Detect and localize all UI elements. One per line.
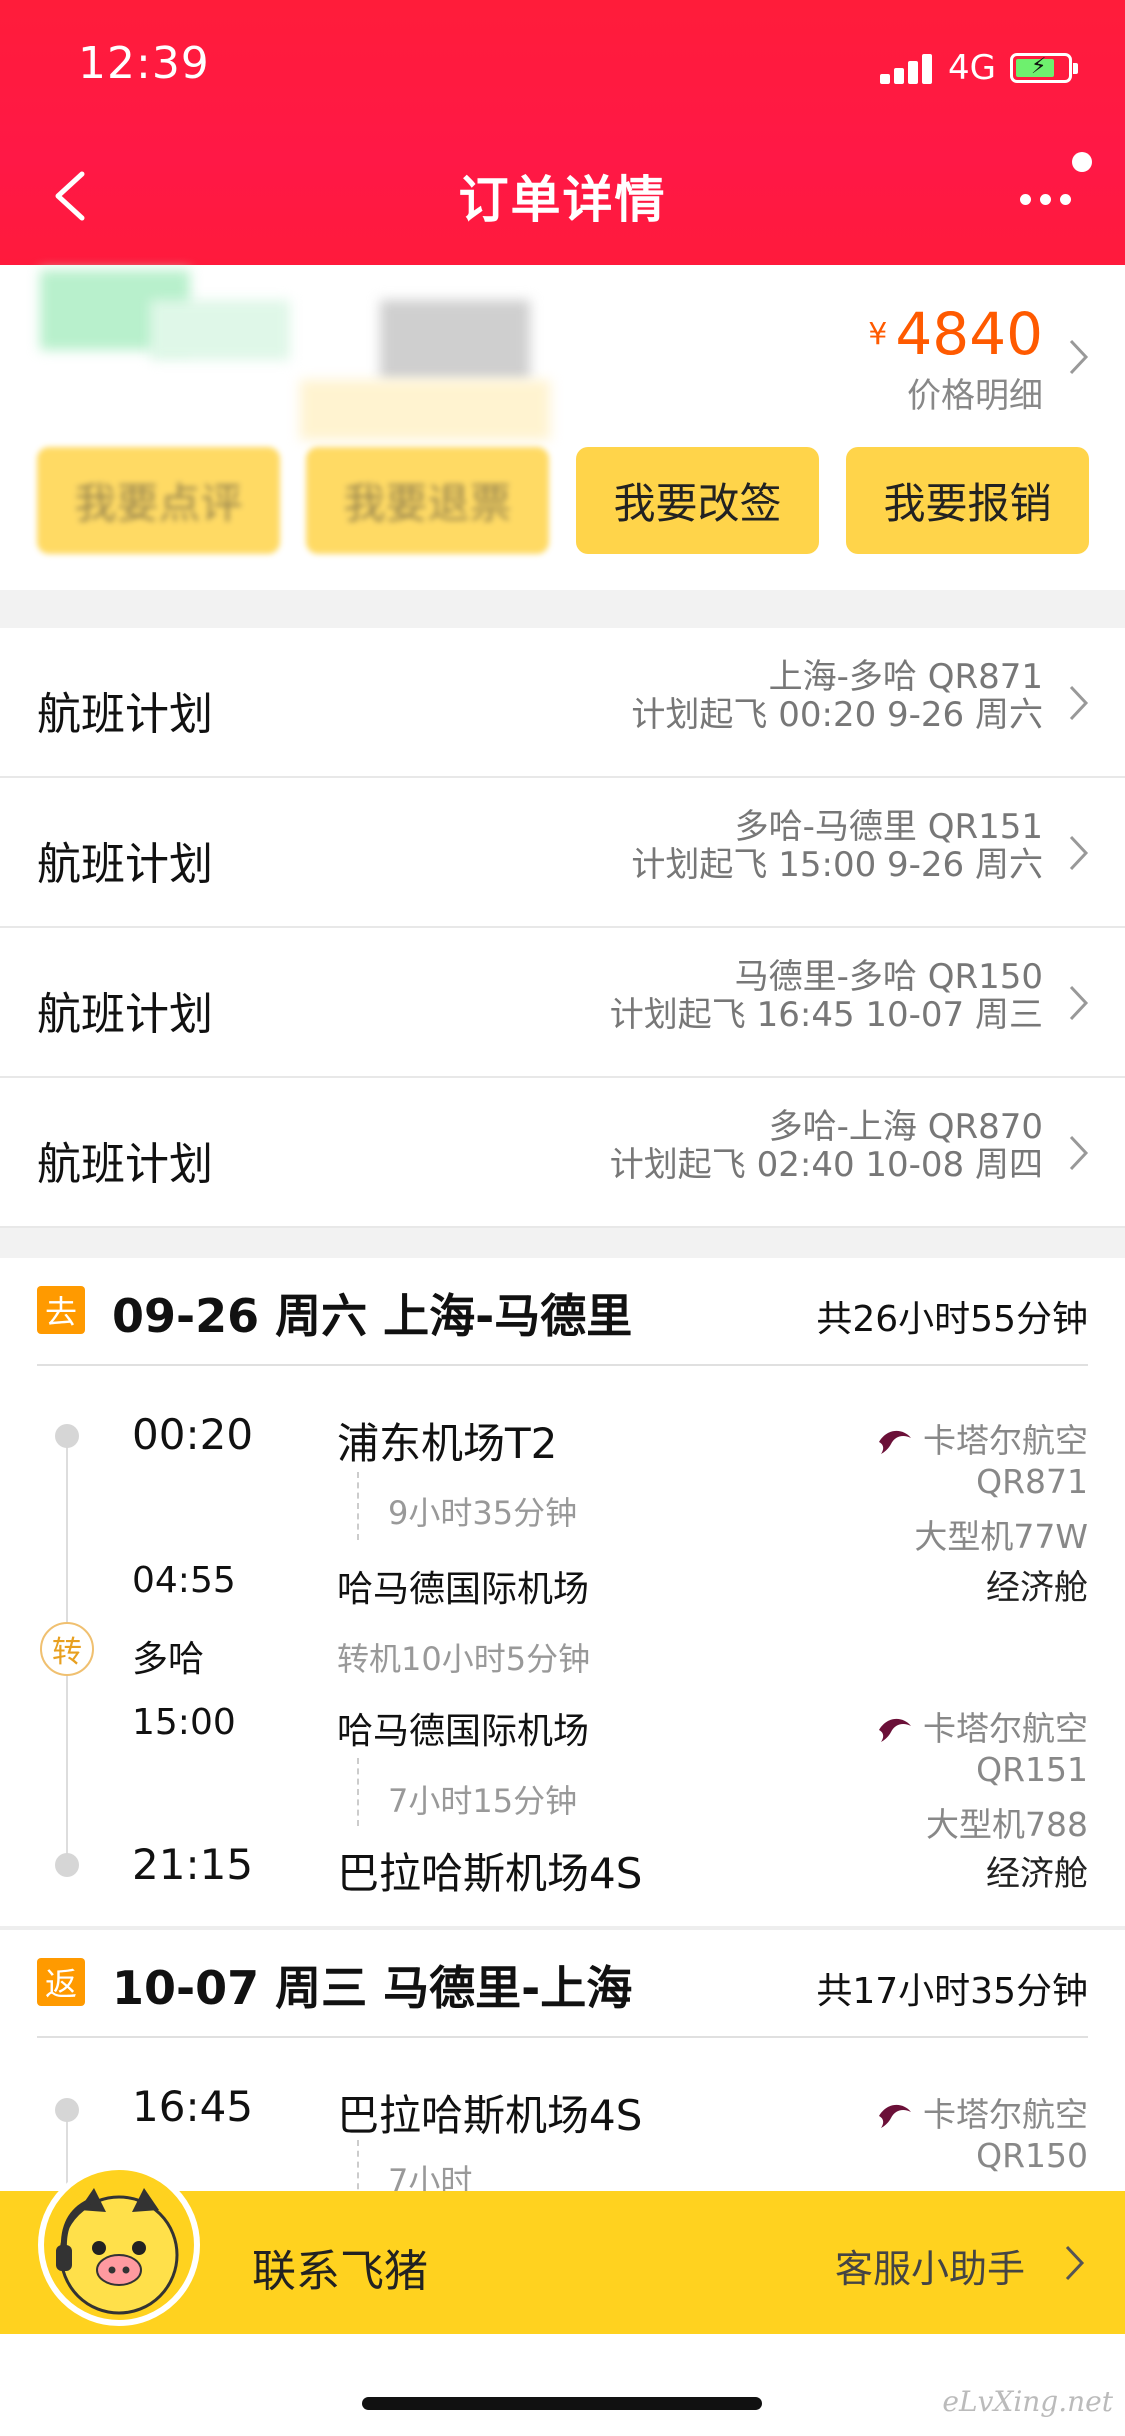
fliggy-mascot-avatar: [38, 2164, 200, 2326]
status-time: 12:39: [78, 38, 210, 89]
flight-plan-label: 航班计划: [37, 689, 213, 740]
departure-airport: 浦东机场T2: [337, 1419, 558, 1468]
flight-plan-info: 多哈-上海 QR870 计划起飞 02:40 10-08 周四: [609, 1107, 1043, 1185]
return-title: 10-07 周三 马德里-上海: [112, 1961, 633, 2015]
return-total-duration: 共17小时35分钟: [816, 1971, 1088, 2012]
outbound-total-duration: 共26小时55分钟: [816, 1299, 1088, 1340]
flight-plan-info: 马德里-多哈 QR150 计划起飞 16:45 10-07 周三: [609, 957, 1043, 1035]
blurred-name: [380, 300, 530, 380]
flight-duration: 7小时15分钟: [388, 1782, 578, 1820]
flight-number: QR871: [976, 1462, 1088, 1501]
arrival-time: 04:55: [132, 1560, 236, 1601]
chevron-right-icon: [1067, 1134, 1089, 1172]
divider: [37, 1364, 1088, 1366]
app-header: 12:39 4G ⚡ 订单详情: [0, 0, 1125, 265]
airline-name: 卡塔尔航空: [877, 1702, 1088, 1750]
timeline-dot: [55, 1853, 79, 1877]
flight-plan-info: 上海-多哈 QR871 计划起飞 00:20 9-26 周六: [631, 657, 1043, 735]
transfer-duration: 转机10小时5分钟: [337, 1640, 591, 1678]
price-detail-link[interactable]: 价格明细: [907, 368, 1043, 417]
transfer-badge: 转: [40, 1622, 94, 1676]
review-button[interactable]: 我要点评: [37, 447, 280, 554]
outbound-title: 09-26 周六 上海-马德里: [112, 1289, 633, 1343]
more-options-button[interactable]: [1010, 180, 1080, 220]
departure-time: 15:00: [132, 1702, 236, 1743]
departure-airport: 哈马德国际机场: [337, 1711, 590, 1752]
flight-duration: 9小时35分钟: [388, 1494, 578, 1532]
chevron-right-icon: [1067, 984, 1089, 1022]
notification-dot: [1072, 152, 1092, 172]
flight-plan-label: 航班计划: [37, 1139, 213, 1190]
network-type: 4G: [948, 48, 996, 88]
timeline-dot: [55, 2098, 79, 2122]
flight-plan-label: 航班计划: [37, 989, 213, 1040]
divider: [37, 2036, 1088, 2038]
watermark: eLvXing.net: [942, 2385, 1113, 2418]
aircraft-type: 大型机788: [926, 1805, 1088, 1844]
qatar-airways-logo-icon: [879, 2104, 911, 2128]
duration-dash: [357, 1472, 359, 1540]
return-badge: 返: [37, 1958, 85, 2006]
refund-button[interactable]: 我要退票: [306, 447, 549, 554]
flight-plan-row[interactable]: 航班计划 上海-多哈 QR871 计划起飞 00:20 9-26 周六: [0, 628, 1125, 778]
outbound-header: 去 09-26 周六 上海-马德里 共26小时55分钟: [0, 1258, 1125, 1366]
reimburse-button[interactable]: 我要报销: [846, 447, 1089, 554]
customer-service-link[interactable]: 客服小助手: [835, 2238, 1025, 2293]
cabin-class: 经济舱: [986, 1854, 1088, 1894]
home-indicator[interactable]: [362, 2397, 762, 2410]
flight-number: QR151: [976, 1750, 1088, 1789]
flight-plan-row[interactable]: 航班计划 多哈-上海 QR870 计划起飞 02:40 10-08 周四: [0, 1078, 1125, 1228]
chevron-right-icon: [1067, 684, 1089, 722]
qatar-airways-logo-icon: [879, 1430, 911, 1454]
blurred-logo: [150, 300, 290, 360]
chevron-right-icon: [1067, 834, 1089, 872]
signal-icon: [880, 52, 936, 84]
section-gap: [0, 590, 1125, 628]
flight-number: QR150: [976, 2136, 1088, 2175]
arrival-airport: 巴拉哈斯机场4S: [337, 1849, 643, 1898]
order-price: ¥4840: [868, 300, 1043, 368]
change-ticket-button[interactable]: 我要改签: [576, 447, 819, 554]
section-gap: [0, 1228, 1125, 1258]
duration-dash: [357, 1758, 359, 1826]
blurred-name: [300, 380, 550, 440]
airline-name: 卡塔尔航空: [877, 1414, 1088, 1462]
chevron-right-icon: [1067, 338, 1089, 376]
flight-plan-info: 多哈-马德里 QR151 计划起飞 15:00 9-26 周六: [631, 807, 1043, 885]
flight-plan-label: 航班计划: [37, 839, 213, 890]
return-header: 返 10-07 周三 马德里-上海 共17小时35分钟: [0, 1930, 1125, 2038]
outbound-badge: 去: [37, 1286, 85, 1334]
flight-plan-row[interactable]: 航班计划 多哈-马德里 QR151 计划起飞 15:00 9-26 周六: [0, 778, 1125, 928]
timeline-dot: [55, 1424, 79, 1448]
battery-icon: ⚡: [1010, 53, 1078, 83]
arrival-time: 21:15: [132, 1840, 254, 1889]
cabin-class: 经济舱: [986, 1568, 1088, 1608]
qatar-airways-logo-icon: [879, 1718, 911, 1742]
aircraft-type: 大型机77W: [914, 1517, 1088, 1556]
departure-airport: 巴拉哈斯机场4S: [337, 2091, 643, 2140]
arrival-airport: 哈马德国际机场: [337, 1569, 590, 1610]
chevron-right-icon: [1063, 2244, 1085, 2282]
airline-name: 卡塔尔航空: [877, 2088, 1088, 2136]
departure-time: 00:20: [132, 1410, 254, 1459]
page-title: 订单详情: [458, 171, 667, 229]
transfer-city: 多哈: [132, 1639, 205, 1680]
departure-time: 16:45: [132, 2082, 254, 2131]
contact-label[interactable]: 联系飞猪: [252, 2235, 428, 2299]
flight-plan-row[interactable]: 航班计划 马德里-多哈 QR150 计划起飞 16:45 10-07 周三: [0, 928, 1125, 1078]
